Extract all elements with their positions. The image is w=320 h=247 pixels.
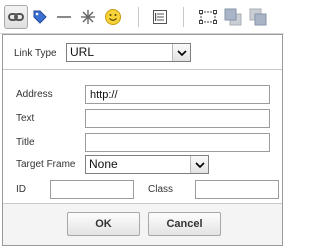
- class-field[interactable]: [195, 180, 279, 199]
- link-type-label: Link Type: [14, 48, 57, 59]
- bring-forward-icon: [224, 8, 242, 26]
- insert-link-button[interactable]: [4, 5, 28, 29]
- title-label: Title: [16, 137, 35, 148]
- table-icon: [152, 9, 168, 25]
- cancel-button[interactable]: Cancel: [148, 212, 221, 236]
- class-label: Class: [148, 184, 174, 195]
- smiley-icon: [104, 8, 122, 26]
- insert-smiley-button[interactable]: [101, 5, 125, 29]
- target-frame-label: Target Frame: [16, 159, 76, 170]
- id-field[interactable]: [50, 180, 134, 199]
- horizontal-rule-icon: [56, 9, 72, 25]
- toolbar-separator: [183, 7, 184, 27]
- tag-icon: [32, 9, 48, 25]
- link-dialog: Link Type URL Address Text Title Target …: [2, 34, 283, 246]
- editor-toolbar: [0, 0, 284, 34]
- target-frame-select[interactable]: None: [85, 155, 209, 174]
- title-field[interactable]: [85, 133, 270, 152]
- send-backward-icon: [249, 8, 267, 26]
- insert-anchor-button[interactable]: [28, 5, 52, 29]
- address-label: Address: [16, 89, 53, 100]
- text-label: Text: [16, 113, 35, 124]
- insert-table-button[interactable]: [148, 5, 172, 29]
- toolbar-separator: [138, 7, 139, 27]
- id-label: ID: [16, 184, 26, 195]
- link-type-value: URL: [70, 45, 95, 59]
- address-field[interactable]: [85, 85, 270, 104]
- image-icon: [199, 9, 217, 25]
- link-icon: [8, 9, 24, 25]
- send-backward-button[interactable]: [246, 5, 270, 29]
- special-character-icon: [80, 9, 96, 25]
- link-type-section: Link Type URL: [3, 35, 282, 70]
- horizontal-rule-button[interactable]: [52, 5, 76, 29]
- text-field[interactable]: [85, 109, 270, 128]
- target-frame-value: None: [89, 157, 118, 171]
- special-character-button[interactable]: [76, 5, 100, 29]
- insert-image-button[interactable]: [196, 5, 220, 29]
- link-type-select[interactable]: URL: [66, 43, 191, 62]
- dialog-footer: OK Cancel: [3, 203, 282, 245]
- ok-button[interactable]: OK: [67, 212, 140, 236]
- chevron-down-icon: [172, 44, 190, 61]
- bring-forward-button[interactable]: [221, 5, 245, 29]
- chevron-down-icon: [190, 156, 208, 173]
